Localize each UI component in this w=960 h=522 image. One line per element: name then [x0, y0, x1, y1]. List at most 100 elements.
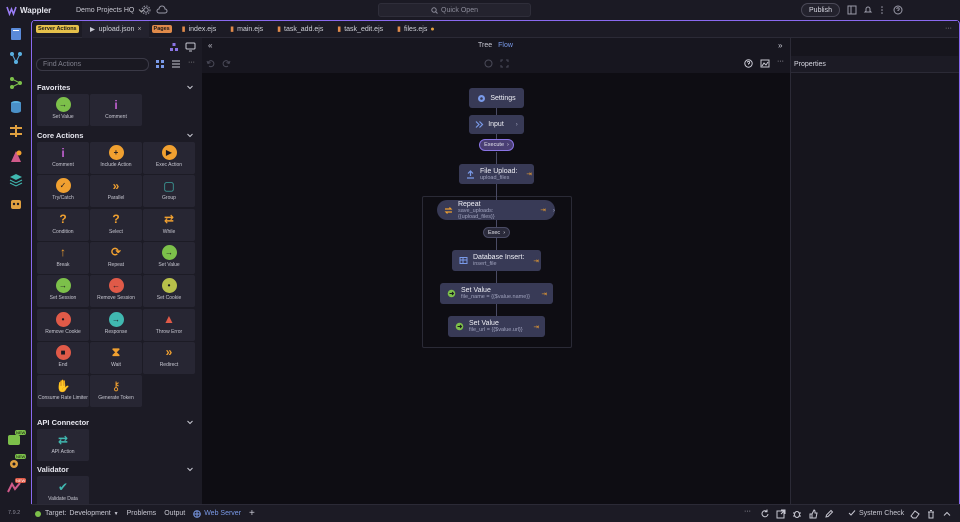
help-icon[interactable] — [893, 5, 903, 15]
action-tile-generate-token[interactable]: ⚷ Generate Token — [90, 375, 142, 408]
rail-new-2[interactable]: NEW — [6, 454, 27, 474]
action-tile-end[interactable]: ■ End — [37, 341, 89, 374]
canvas-more-icon[interactable]: ··· — [777, 58, 784, 65]
target-icon[interactable] — [484, 59, 493, 68]
problems-tab[interactable]: Problems — [127, 510, 157, 517]
action-tile-set-session[interactable]: → Set Session — [37, 275, 89, 308]
action-tile-set-cookie[interactable]: • Set Cookie — [143, 275, 195, 308]
action-tile-response[interactable]: → Response — [90, 308, 142, 341]
collapse-left-icon[interactable]: « — [208, 41, 212, 50]
add-panel-icon[interactable]: + — [249, 508, 255, 519]
node-database-insert[interactable]: Database Insert: insert_file ⇥ — [452, 250, 541, 271]
action-tile-parallel[interactable]: » Parallel — [90, 175, 142, 208]
chevron-down-icon[interactable] — [186, 83, 194, 91]
tab-task-add-ejs[interactable]: ▮ task_add.ejs — [270, 21, 330, 38]
chevron-up-icon[interactable] — [942, 509, 952, 519]
node-set-value-name[interactable]: Set Value file_name = {{$value.name}} ⇥ — [440, 283, 553, 304]
thumbs-up-icon[interactable] — [808, 509, 818, 519]
action-tile-condition[interactable]: ? Condition — [37, 208, 89, 241]
chevron-down-icon[interactable] — [186, 465, 194, 473]
find-actions-input[interactable]: Find Actions — [36, 58, 149, 71]
action-tile-exec-action[interactable]: ▶ Exec Action — [143, 142, 195, 174]
bug-icon[interactable] — [792, 509, 802, 519]
tab-server-actions[interactable]: Server Actions — [33, 21, 82, 38]
gear-icon[interactable] — [141, 5, 151, 15]
view-flow[interactable]: Flow — [498, 42, 513, 49]
tab-files-ejs[interactable]: ▮ files.ejs ● — [390, 21, 441, 38]
layout-icon[interactable] — [847, 5, 857, 15]
tabs-more-icon[interactable]: ··· — [945, 25, 952, 32]
help-icon[interactable] — [744, 59, 753, 68]
bell-icon[interactable] — [863, 5, 873, 15]
tab-index-ejs[interactable]: ▮ index.ejs — [175, 21, 224, 38]
monitor-icon[interactable] — [185, 42, 196, 52]
collapse-right-icon[interactable]: » — [778, 41, 782, 50]
tab-main-ejs[interactable]: ▮ main.ejs — [223, 21, 270, 38]
action-tile-remove-cookie[interactable]: • Remove Cookie — [37, 308, 89, 341]
panel-more-icon[interactable]: ··· — [188, 59, 195, 66]
view-tree[interactable]: Tree — [478, 42, 492, 49]
open-external-icon[interactable] — [776, 509, 786, 519]
design-icon[interactable] — [8, 148, 24, 164]
edit-icon[interactable] — [824, 509, 834, 519]
chevron-down-icon[interactable] — [186, 131, 194, 139]
list-view-icon[interactable] — [172, 60, 180, 68]
api-icon[interactable] — [8, 123, 24, 139]
chevron-down-icon[interactable] — [186, 418, 194, 426]
node-file-upload[interactable]: File Upload: upload_files ⇥ — [459, 164, 534, 184]
workflows-icon[interactable] — [8, 75, 24, 91]
node-set-value-url[interactable]: Set Value file_url = {{$value.url}} ⇥ — [448, 316, 545, 337]
database-icon[interactable] — [8, 99, 24, 115]
layers-icon[interactable] — [8, 172, 24, 188]
tab-task-edit-ejs[interactable]: ▮ task_edit.ejs — [330, 21, 390, 38]
action-tile-set-value[interactable]: → Set Value — [143, 241, 195, 274]
step-execute[interactable]: Execute › — [479, 139, 514, 151]
section-api-connector[interactable]: API Connector — [37, 418, 89, 427]
action-tile-break[interactable]: ↑ Break — [37, 241, 89, 274]
trash-icon[interactable] — [926, 509, 936, 519]
action-tile-remove-session[interactable]: ← Remove Session — [90, 275, 142, 308]
undo-icon[interactable] — [206, 59, 215, 68]
action-tile-consume-rate-limiter[interactable]: ✋ Consume Rate Limiter — [37, 375, 89, 408]
step-exec[interactable]: Exec › — [483, 227, 510, 238]
action-tile-set-value[interactable]: → Set Value — [37, 94, 89, 126]
node-repeat[interactable]: Repeat save_uploads: {{upload_files}} ⇥ … — [437, 200, 555, 220]
quick-open-input[interactable]: Quick Open — [378, 3, 531, 17]
image-export-icon[interactable] — [760, 59, 770, 68]
rail-new-1[interactable]: NEW — [6, 430, 27, 450]
redo-icon[interactable] — [222, 59, 231, 68]
sitemap-icon[interactable] — [169, 42, 179, 52]
rail-new-3[interactable]: NEW — [6, 478, 27, 498]
tab-pages[interactable]: Pages — [149, 21, 175, 38]
structure-icon[interactable] — [8, 50, 24, 66]
eraser-icon[interactable] — [910, 509, 920, 519]
action-tile-while[interactable]: ⇄ While — [143, 208, 195, 241]
output-tab[interactable]: Output — [164, 510, 185, 517]
action-tile-repeat[interactable]: ⟳ Repeat — [90, 241, 142, 274]
close-icon[interactable]: × — [137, 26, 141, 33]
action-tile-try-catch[interactable]: ✓ Try/Catch — [37, 175, 89, 208]
action-tile-redirect[interactable]: » Redirect — [143, 341, 195, 374]
cloud-icon[interactable] — [156, 5, 168, 15]
section-core-actions[interactable]: Core Actions — [37, 131, 83, 140]
action-tile-comment[interactable]: i Comment — [90, 94, 142, 126]
action-tile-api-action[interactable]: ⇄ API Action — [37, 429, 89, 461]
action-tile-select[interactable]: ? Select — [90, 208, 142, 241]
robot-icon[interactable] — [8, 196, 24, 212]
files-icon[interactable] — [8, 26, 24, 42]
target-selector[interactable]: Target: Development ▼ — [45, 510, 119, 517]
action-tile-group[interactable]: ▢ Group — [143, 175, 195, 208]
refresh-icon[interactable] — [760, 509, 770, 519]
system-check-button[interactable]: System Check — [848, 509, 904, 517]
node-input[interactable]: Input › — [469, 115, 524, 134]
action-tile-throw-error[interactable]: ▲ Throw Error — [143, 308, 195, 341]
action-tile-comment[interactable]: i Comment — [37, 142, 89, 174]
status-more-icon[interactable]: ··· — [744, 508, 751, 515]
section-favorites[interactable]: Favorites — [37, 83, 70, 92]
node-settings[interactable]: Settings — [469, 88, 524, 108]
project-selector[interactable]: Demo Projects HQ — [76, 7, 145, 14]
action-tile-wait[interactable]: ⧗ Wait — [90, 341, 142, 374]
section-validator[interactable]: Validator — [37, 465, 69, 474]
publish-button[interactable]: Publish — [801, 3, 840, 17]
grid-view-icon[interactable] — [156, 60, 164, 68]
